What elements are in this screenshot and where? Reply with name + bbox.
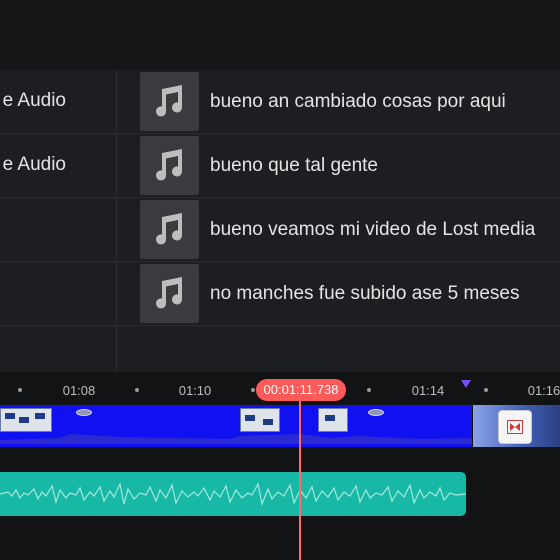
ruler-dot	[251, 388, 255, 392]
ruler-tick-label: 01:16	[527, 383, 560, 398]
timeline[interactable]: 01:08 01:10 01:14 01:16 00:01:11.738	[0, 372, 560, 560]
ruler-dot	[135, 388, 139, 392]
video-waveform	[0, 434, 472, 444]
top-bar	[0, 0, 560, 70]
audio-waveform	[0, 482, 466, 507]
transition-icon	[507, 420, 523, 434]
playhead[interactable]	[299, 380, 301, 560]
ruler-dot	[484, 388, 488, 392]
transition-button[interactable]	[498, 410, 532, 444]
audio-item-title: bueno an cambiado cosas por aqui	[210, 91, 506, 112]
category-item[interactable]	[0, 198, 116, 262]
video-thumbnail	[0, 408, 52, 432]
video-thumbnail	[318, 408, 348, 432]
category-label: e Audio	[2, 154, 66, 175]
category-item[interactable]: e Audio	[0, 70, 116, 134]
audio-list: e Audio e Audio bueno an cambiado cosas …	[0, 70, 560, 372]
audio-item-title: bueno que tal gente	[210, 155, 378, 176]
music-note-icon	[140, 264, 199, 323]
playhead-time[interactable]: 00:01:11.738	[256, 379, 346, 401]
video-thumbnail	[76, 409, 92, 416]
audio-item-title: bueno veamos mi video de Lost media	[210, 219, 536, 240]
music-note-icon	[140, 136, 199, 195]
video-clip[interactable]	[0, 405, 472, 447]
category-column: e Audio e Audio	[0, 70, 116, 372]
audio-clip[interactable]	[0, 472, 466, 516]
music-note-icon	[140, 72, 199, 131]
ruler-dot	[18, 388, 22, 392]
audio-list-item[interactable]: bueno an cambiado cosas por aqui	[117, 70, 560, 134]
category-item[interactable]	[0, 262, 116, 326]
audio-list-item[interactable]: no manches fue subido ase 5 meses	[117, 262, 560, 326]
video-thumbnail	[240, 408, 280, 432]
ruler-tick-label: 01:10	[178, 383, 212, 398]
ruler-dot	[367, 388, 371, 392]
category-item[interactable]: e Audio	[0, 134, 116, 198]
ruler-tick-label: 01:08	[62, 383, 96, 398]
audio-items: bueno an cambiado cosas por aqui bueno q…	[117, 70, 560, 372]
video-thumbnail	[368, 409, 384, 416]
audio-item-title: no manches fue subido ase 5 meses	[210, 283, 520, 304]
audio-list-item[interactable]: bueno que tal gente	[117, 134, 560, 198]
marker-triangle-icon[interactable]	[461, 380, 471, 388]
music-note-icon	[140, 200, 199, 259]
ruler-tick-label: 01:14	[411, 383, 445, 398]
audio-list-item[interactable]: bueno veamos mi video de Lost media	[117, 198, 560, 262]
category-label: e Audio	[2, 90, 66, 111]
video-clip[interactable]	[473, 405, 560, 447]
